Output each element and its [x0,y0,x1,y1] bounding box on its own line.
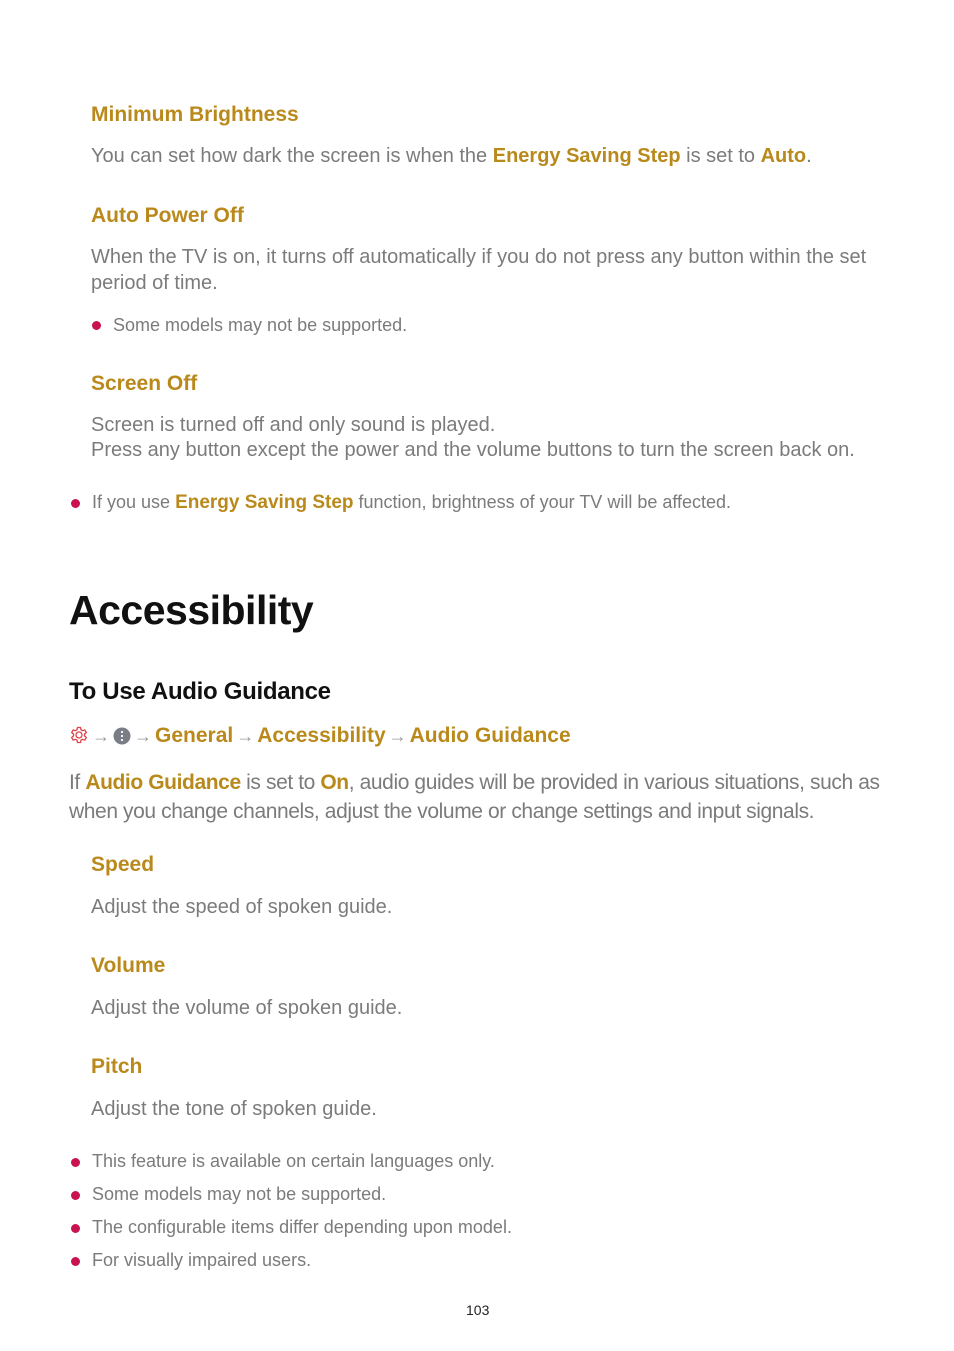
volume-text: Adjust the volume of spoken guide. [91,997,403,1019]
pitch-text: Adjust the tone of spoken guide. [91,1098,377,1120]
arrow-icon: → [388,725,407,746]
note-item: The configurable items differ depending … [92,1217,512,1237]
arrow-icon: → [92,725,110,746]
auto-power-off-text: When the TV is on, it turns off automati… [91,246,867,294]
note-item: This feature is available on certain lan… [92,1151,495,1171]
text-segment: is set to [680,145,761,167]
bullet-icon [71,1224,80,1233]
breadcrumb-item-audio-guidance[interactable]: Audio Guidance [410,724,571,748]
minimum-brightness-text: You can set how dark the screen is when … [91,143,812,169]
breadcrumb: → → General → Accessibility → Audio Guid… [69,724,571,748]
bullet-icon [71,499,80,508]
energy-saving-step-highlight: Energy Saving Step [492,145,681,167]
screen-off-line-1: Screen is turned off and only sound is p… [91,414,496,436]
more-options-icon[interactable] [113,727,131,745]
auto-highlight: Auto [760,145,807,167]
note-item: For visually impaired users. [92,1250,312,1270]
breadcrumb-item-general[interactable]: General [155,724,233,748]
volume-heading: Volume [91,954,166,977]
bullet-icon [71,1158,80,1167]
pitch-heading: Pitch [91,1055,143,1078]
audio-guidance-highlight: Audio Guidance [85,771,241,794]
speed-text: Adjust the speed of spoken guide. [91,896,393,918]
page-number: 103 [466,1302,490,1318]
settings-gear-icon[interactable] [69,726,89,746]
arrow-icon: → [134,725,152,746]
screen-off-line-2: Press any button except the power and th… [91,439,855,461]
note-item: Some models may not be supported. [92,1184,387,1204]
minimum-brightness-heading: Minimum Brightness [91,103,299,126]
text-segment: If you use [92,492,176,512]
speed-heading: Speed [91,853,155,876]
audio-guidance-intro: If Audio Guidance is set to On, audio gu… [69,768,899,826]
text-segment: . [806,145,812,167]
text-segment: You can set how dark the screen is when … [91,145,493,167]
auto-power-off-note: Some models may not be supported. [113,315,408,335]
screen-off-heading: Screen Off [91,372,198,395]
energy-saving-step-highlight: Energy Saving Step [175,492,354,513]
energy-saving-note: If you use Energy Saving Step function, … [92,492,731,514]
accessibility-title: Accessibility [69,587,314,633]
breadcrumb-item-accessibility[interactable]: Accessibility [257,724,385,748]
bullet-icon [71,1257,80,1266]
text-segment: is set to [240,771,321,794]
bullet-icon [92,321,101,330]
text-segment: function, brightness of your TV will be … [353,492,732,512]
on-highlight: On [320,771,349,794]
auto-power-off-heading: Auto Power Off [91,204,244,227]
bullet-icon [71,1191,80,1200]
arrow-icon: → [236,725,255,746]
audio-guidance-subtitle: To Use Audio Guidance [69,678,331,705]
text-segment: If [69,771,86,794]
